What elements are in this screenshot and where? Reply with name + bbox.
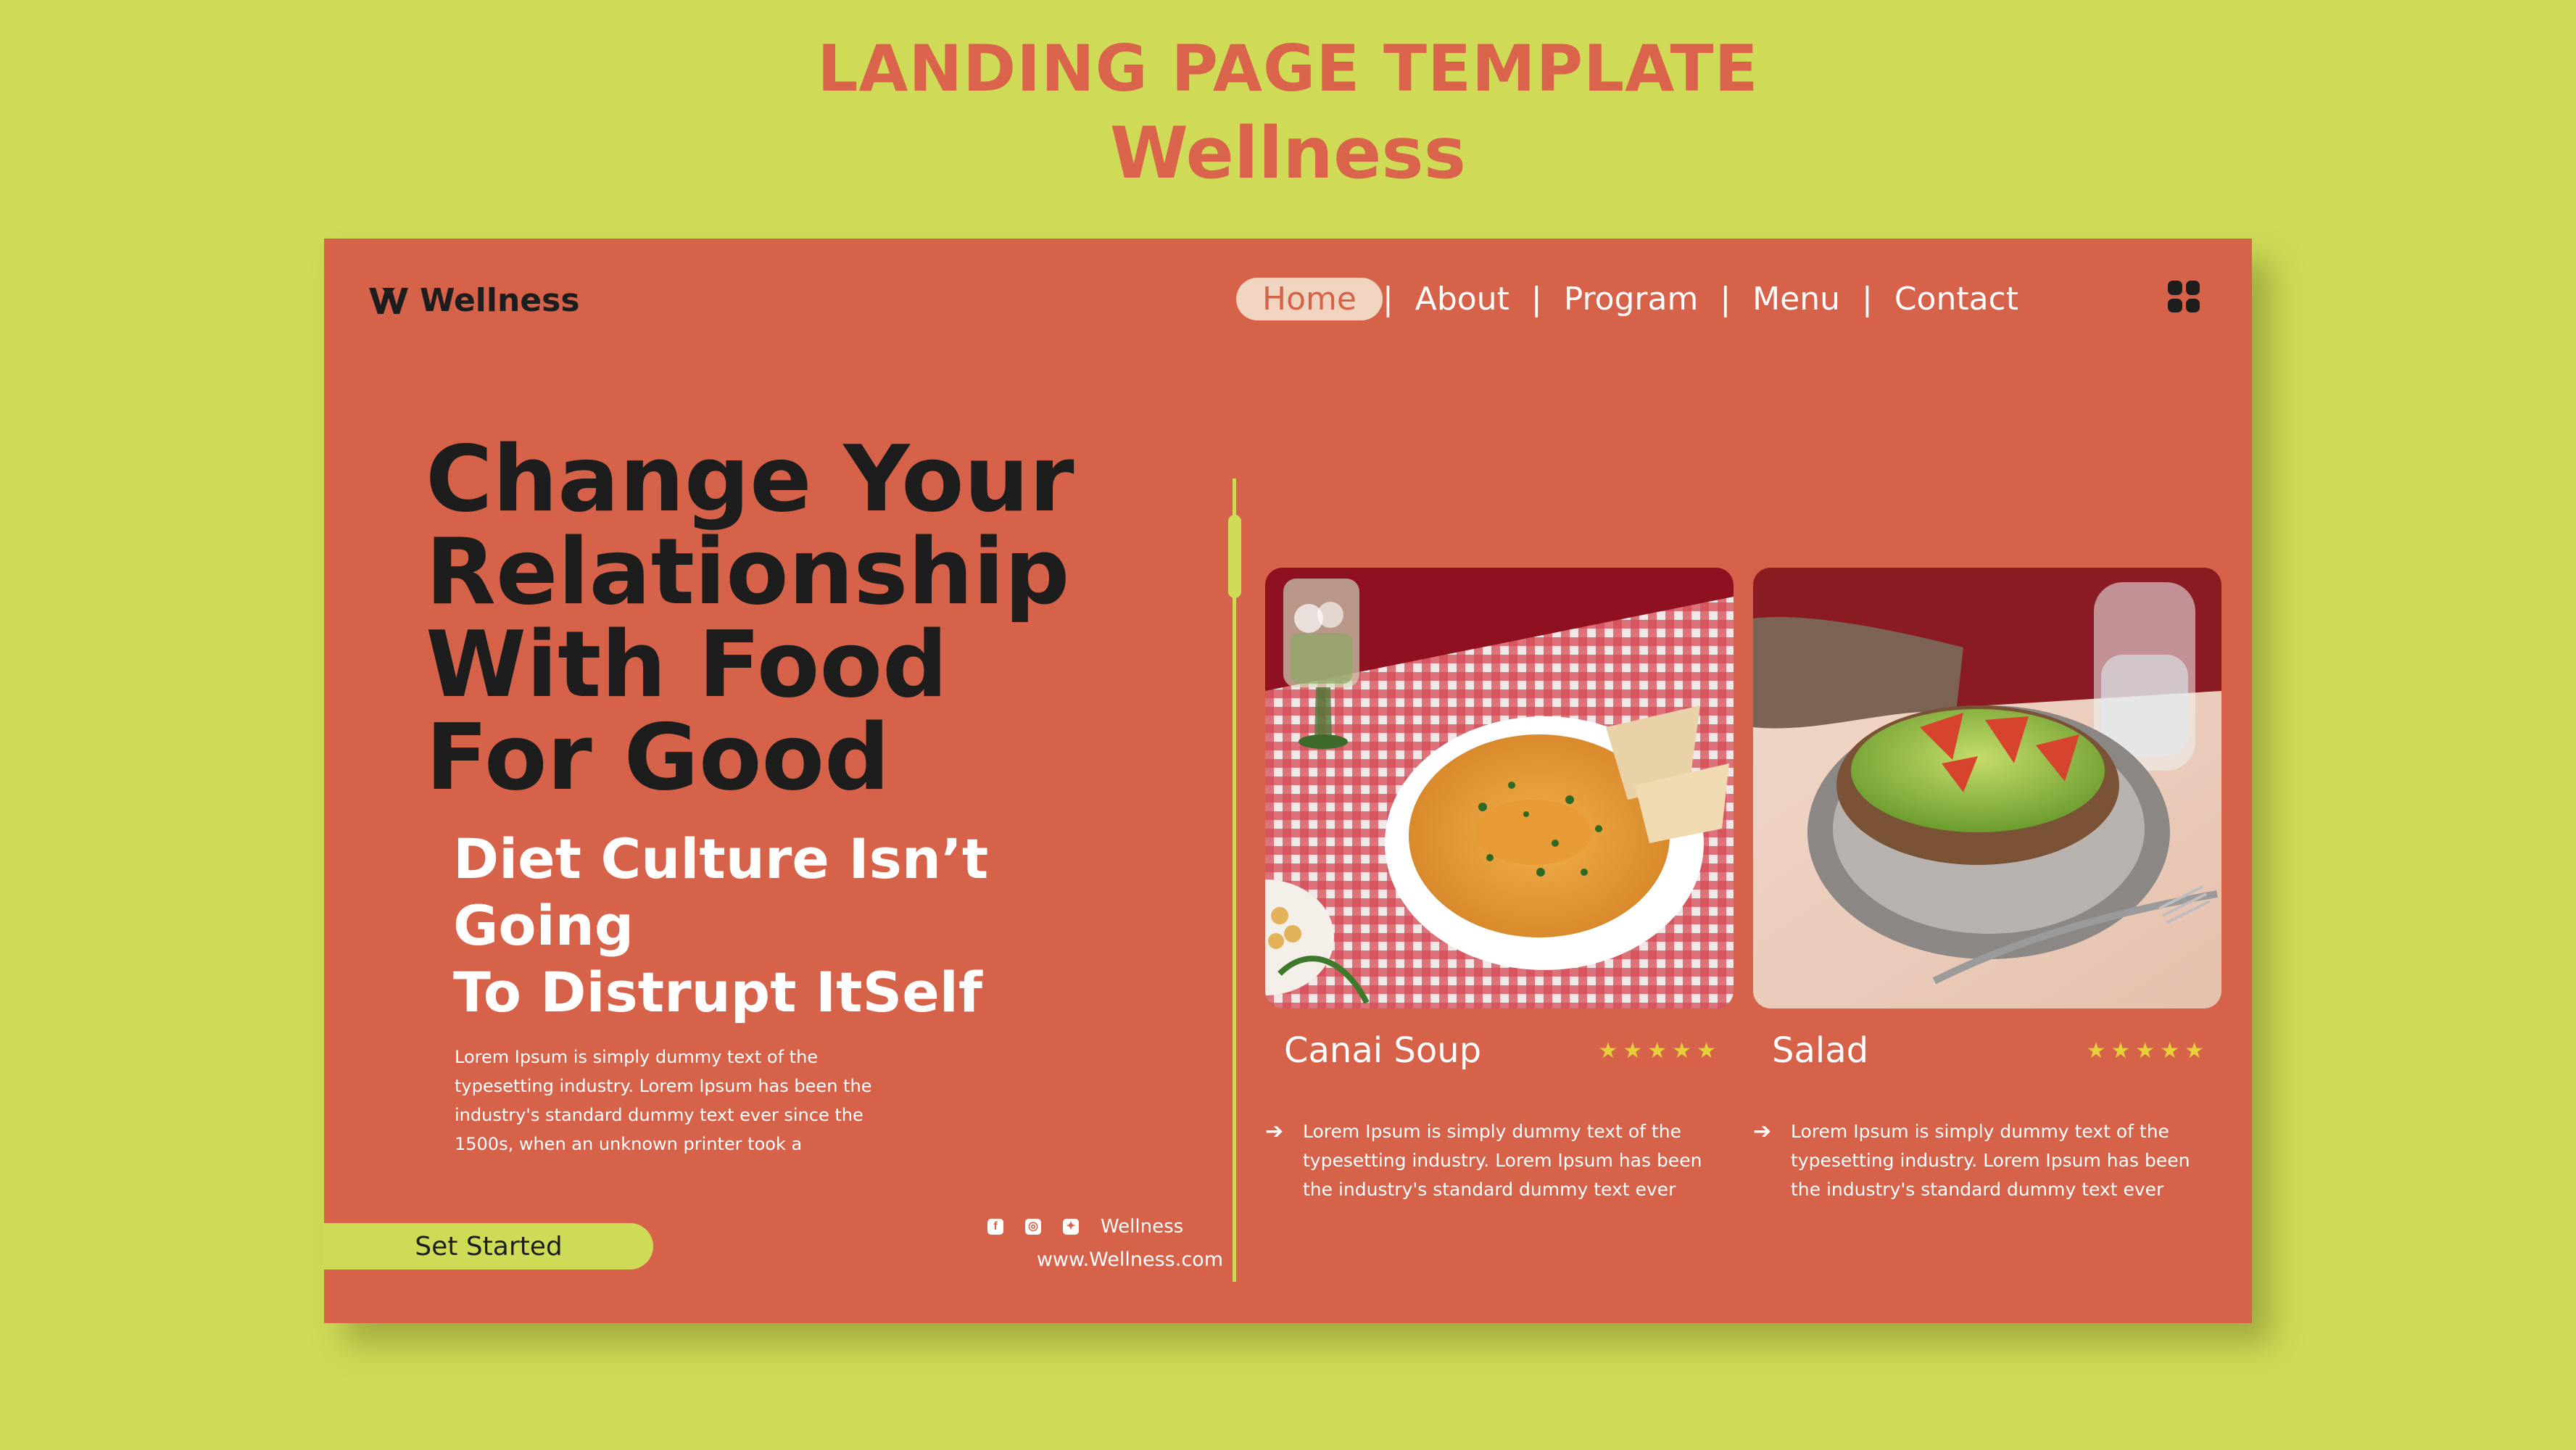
food-header: Canai Soup ★ ★ ★ ★ ★ <box>1265 1030 1734 1071</box>
social-name: Wellness <box>1101 1216 1184 1238</box>
star-icon: ★ <box>1598 1038 1618 1063</box>
facebook-icon[interactable]: f <box>987 1219 1003 1235</box>
social-links: f ◎ ✦ Wellness <box>987 1216 1183 1238</box>
rating-stars: ★ ★ ★ ★ ★ <box>2081 1038 2204 1064</box>
arrow-right-icon: ➔ <box>1265 1119 1284 1144</box>
hero-subtitle-line: Diet Culture Isn’t Going <box>453 826 989 958</box>
food-card-salad[interactable]: Salad ★ ★ ★ ★ ★ ➔ Lorem Ipsum is simply … <box>1753 568 2221 1204</box>
hero-title-line: With Food <box>426 611 948 718</box>
nav-menu[interactable]: Menu <box>1731 281 1862 318</box>
canai-soup-image <box>1265 568 1734 1008</box>
star-icon: ★ <box>2111 1038 2131 1063</box>
nav-separator: | <box>1720 280 1731 318</box>
w-logo-icon <box>369 287 408 314</box>
hero-subtitle: Diet Culture Isn’t Going To Distrupt ItS… <box>453 826 1178 1026</box>
hero-title-line: For Good <box>426 704 890 811</box>
vertical-divider <box>1233 478 1236 1282</box>
page-subtitle: Wellness <box>1109 112 1467 195</box>
hero-title-line: Relationship <box>426 518 1070 625</box>
set-started-button[interactable]: Set Started <box>324 1223 653 1269</box>
food-description: ➔ Lorem Ipsum is simply dummy text of th… <box>1265 1117 1734 1204</box>
star-icon: ★ <box>1647 1038 1668 1063</box>
page-heading: LANDING PAGE TEMPLATE Wellness <box>0 29 2576 199</box>
nav-about[interactable]: About <box>1393 281 1531 318</box>
star-icon: ★ <box>2184 1038 2204 1063</box>
star-icon: ★ <box>1697 1038 1716 1063</box>
food-header: Salad ★ ★ ★ ★ ★ <box>1753 1030 2221 1071</box>
grid-icon[interactable] <box>2168 281 2200 312</box>
hero-title-line: Change Your <box>426 426 1074 532</box>
nav-home[interactable]: Home <box>1236 277 1383 320</box>
twitter-icon[interactable]: ✦ <box>1063 1219 1079 1235</box>
nav-separator: | <box>1531 280 1542 318</box>
food-name: Salad <box>1772 1030 1869 1071</box>
star-icon: ★ <box>1623 1038 1643 1063</box>
main-nav: Home | About | Program | Menu | Contact <box>1236 273 2040 324</box>
hero-title: Change Your Relationship With Food For G… <box>426 433 1187 804</box>
nav-program[interactable]: Program <box>1542 281 1720 318</box>
food-name: Canai Soup <box>1284 1030 1482 1071</box>
nav-separator: | <box>1861 280 1873 318</box>
star-icon: ★ <box>1672 1038 1692 1063</box>
nav-contact[interactable]: Contact <box>1873 281 2040 318</box>
hero-body: Lorem Ipsum is simply dummy text of the … <box>455 1047 872 1154</box>
website-link[interactable]: www.Wellness.com <box>1006 1248 1223 1271</box>
arrow-right-icon: ➔ <box>1753 1119 1772 1144</box>
brand[interactable]: Wellness <box>368 282 580 319</box>
landing-card: Wellness Home | About | Program | Menu |… <box>324 239 2252 1323</box>
star-icon: ★ <box>2135 1038 2155 1063</box>
scroll-handle[interactable] <box>1228 515 1241 598</box>
nav-separator: | <box>1382 280 1393 318</box>
instagram-icon[interactable]: ◎ <box>1025 1219 1041 1235</box>
brand-name: Wellness <box>420 282 580 319</box>
hero-subtitle-line: To Distrupt ItSelf <box>453 960 982 1024</box>
food-desc-text: Lorem Ipsum is simply dummy text of the … <box>1303 1121 1702 1200</box>
food-desc-text: Lorem Ipsum is simply dummy text of the … <box>1791 1121 2190 1200</box>
rating-stars: ★ ★ ★ ★ ★ <box>1593 1038 1716 1064</box>
page-title: LANDING PAGE TEMPLATE <box>817 31 1759 106</box>
star-icon: ★ <box>2160 1038 2180 1063</box>
star-icon: ★ <box>2086 1038 2106 1063</box>
salad-image <box>1753 568 2221 1008</box>
food-description: ➔ Lorem Ipsum is simply dummy text of th… <box>1753 1117 2221 1204</box>
food-card-canai-soup[interactable]: Canai Soup ★ ★ ★ ★ ★ ➔ Lorem Ipsum is si… <box>1265 568 1734 1204</box>
